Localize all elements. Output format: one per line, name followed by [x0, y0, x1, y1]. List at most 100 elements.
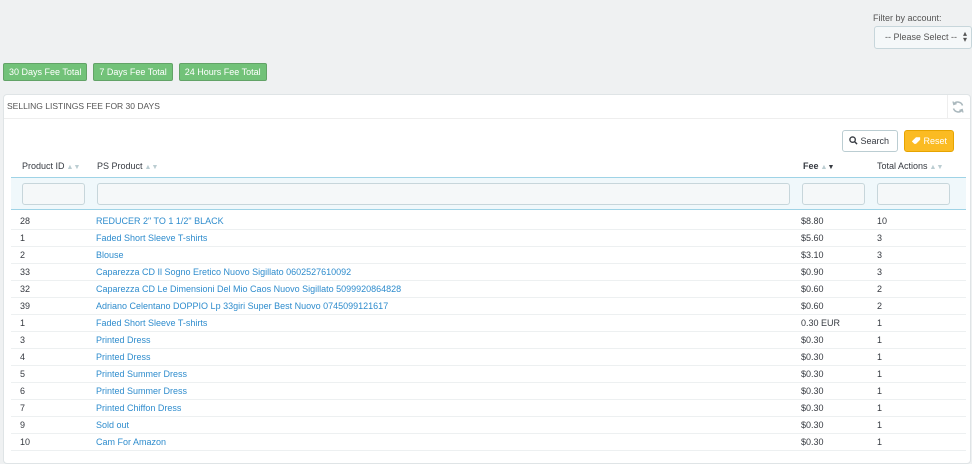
total-actions-cell: 3 — [877, 267, 883, 277]
fee-cell: 0.30 EUR — [801, 318, 841, 328]
total-actions-cell: 3 — [877, 250, 883, 260]
product-id-cell: 28 — [20, 216, 31, 226]
total-actions-cell: 1 — [877, 420, 883, 430]
product-link[interactable]: Cam For Amazon — [96, 437, 166, 447]
table-row[interactable]: 33 Caparezza CD Il Sogno Eretico Nuovo Si… — [11, 264, 966, 281]
column-header-fee[interactable]: Fee ▲▼ — [803, 161, 834, 171]
filter-fee-input[interactable] — [802, 183, 865, 205]
fee-cell: $0.30 — [801, 403, 824, 413]
column-header-fee-label: Fee — [803, 161, 819, 171]
sort-icon[interactable]: ▲▼ — [821, 164, 835, 171]
fee-total-buttons: 30 Days Fee Total 7 Days Fee Total 24 Ho… — [3, 63, 273, 81]
fee-cell: $0.60 — [801, 284, 824, 294]
product-link[interactable]: Printed Dress — [96, 335, 151, 345]
fee-cell: $0.60 — [801, 301, 824, 311]
table-row[interactable]: 9 Sold out $0.30 1 — [11, 417, 966, 434]
product-link[interactable]: Faded Short Sleeve T-shirts — [96, 233, 207, 243]
fee-cell: $0.30 — [801, 386, 824, 396]
product-link[interactable]: Sold out — [96, 420, 129, 430]
fee-cell: $8.80 — [801, 216, 824, 226]
fee-cell: $5.60 — [801, 233, 824, 243]
7-days-fee-button[interactable]: 7 Days Fee Total — [93, 63, 173, 81]
product-link[interactable]: Blouse — [96, 250, 124, 260]
product-id-cell: 1 — [20, 233, 26, 243]
column-header-ps-product[interactable]: PS Product ▲▼ — [97, 161, 158, 171]
total-actions-cell: 2 — [877, 301, 883, 311]
product-link[interactable]: Faded Short Sleeve T-shirts — [96, 318, 207, 328]
select-arrows-icon: ▴ ▾ — [962, 29, 967, 44]
product-link[interactable]: REDUCER 2" TO 1 1/2" BLACK — [96, 216, 224, 226]
column-header-total-actions-label: Total Actions — [877, 161, 928, 171]
product-id-cell: 4 — [20, 352, 26, 362]
account-select-value: -- Please Select -- — [885, 32, 958, 42]
product-link[interactable]: Caparezza CD Le Dimensioni Del Mio Caos … — [96, 284, 401, 294]
filter-row — [11, 177, 966, 210]
sort-icon[interactable]: ▲▼ — [67, 164, 81, 171]
refresh-icon[interactable] — [951, 100, 965, 114]
table-row[interactable]: 7 Printed Chiffon Dress $0.30 1 — [11, 400, 966, 417]
heading-divider — [947, 95, 948, 119]
table-row[interactable]: 39 Adriano Celentano DOPPIO Lp 33giri Sup… — [11, 298, 966, 315]
total-actions-cell: 2 — [877, 284, 883, 294]
table-row[interactable]: 3 Printed Dress $0.30 1 — [11, 332, 966, 349]
fee-cell: $0.30 — [801, 369, 824, 379]
product-link[interactable]: Caparezza CD Il Sogno Eretico Nuovo Sigi… — [96, 267, 351, 277]
fee-cell: $0.30 — [801, 420, 824, 430]
table-row[interactable]: 28 REDUCER 2" TO 1 1/2" BLACK $8.80 10 — [11, 213, 966, 230]
product-id-cell: 32 — [20, 284, 31, 294]
30-days-fee-button[interactable]: 30 Days Fee Total — [3, 63, 88, 81]
filter-product-id-input[interactable] — [22, 183, 85, 205]
eraser-icon — [911, 137, 921, 144]
product-id-cell: 10 — [20, 437, 31, 447]
product-id-cell: 5 — [20, 369, 26, 379]
account-select[interactable]: -- Please Select -- ▴ ▾ — [874, 26, 972, 49]
sort-icon[interactable]: ▲▼ — [145, 164, 159, 171]
fee-cell: $0.30 — [801, 335, 824, 345]
product-link[interactable]: Printed Chiffon Dress — [96, 403, 181, 413]
column-header-total-actions[interactable]: Total Actions ▲▼ — [877, 161, 943, 171]
total-actions-cell: 1 — [877, 403, 883, 413]
table-row[interactable]: 1 Faded Short Sleeve T-shirts $5.60 3 — [11, 230, 966, 247]
column-header-product-id[interactable]: Product ID ▲▼ — [22, 161, 80, 171]
table-row[interactable]: 1 Faded Short Sleeve T-shirts 0.30 EUR 1 — [11, 315, 966, 332]
total-actions-cell: 1 — [877, 437, 883, 447]
filter-account-label: Filter by account: — [873, 13, 942, 23]
reset-button-label: Reset — [923, 136, 948, 146]
24-hours-fee-button[interactable]: 24 Hours Fee Total — [178, 63, 267, 81]
total-actions-cell: 3 — [877, 233, 883, 243]
panel-title: SELLING LISTINGS FEE FOR 30 DAYS — [4, 95, 970, 119]
fee-cell: $0.90 — [801, 267, 824, 277]
column-header-ps-product-label: PS Product — [97, 161, 143, 171]
column-header-product-id-label: Product ID — [22, 161, 65, 171]
product-id-cell: 7 — [20, 403, 26, 413]
product-id-cell: 1 — [20, 318, 26, 328]
product-id-cell: 9 — [20, 420, 26, 430]
total-actions-cell: 1 — [877, 335, 883, 345]
table-row[interactable]: 6 Printed Summer Dress $0.30 1 — [11, 383, 966, 400]
table-row[interactable]: 5 Printed Summer Dress $0.30 1 — [11, 366, 966, 383]
search-button-label: Search — [860, 136, 890, 146]
product-id-cell: 3 — [20, 335, 26, 345]
total-actions-cell: 10 — [877, 216, 888, 226]
product-id-cell: 33 — [20, 267, 31, 277]
fee-cell: $0.30 — [801, 352, 824, 362]
total-actions-cell: 1 — [877, 369, 883, 379]
fee-cell: $3.10 — [801, 250, 824, 260]
table-row[interactable]: 10 Cam For Amazon $0.30 1 — [11, 434, 966, 451]
sort-icon[interactable]: ▲▼ — [930, 164, 944, 171]
product-link[interactable]: Printed Summer Dress — [96, 369, 187, 379]
fee-listing-panel: SELLING LISTINGS FEE FOR 30 DAYS Search … — [3, 94, 971, 464]
product-link[interactable]: Adriano Celentano DOPPIO Lp 33giri Super… — [96, 301, 388, 311]
reset-button[interactable]: Reset — [904, 130, 954, 152]
total-actions-cell: 1 — [877, 318, 883, 328]
product-link[interactable]: Printed Summer Dress — [96, 386, 187, 396]
fee-cell: $0.30 — [801, 437, 824, 447]
table-row[interactable]: 2 Blouse $3.10 3 — [11, 247, 966, 264]
product-link[interactable]: Printed Dress — [96, 352, 151, 362]
table-row[interactable]: 32 Caparezza CD Le Dimensioni Del Mio Cao… — [11, 281, 966, 298]
product-id-cell: 2 — [20, 250, 26, 260]
search-button[interactable]: Search — [842, 130, 898, 152]
filter-total-actions-input[interactable] — [877, 183, 950, 205]
table-row[interactable]: 4 Printed Dress $0.30 1 — [11, 349, 966, 366]
filter-product-input[interactable] — [97, 183, 790, 205]
